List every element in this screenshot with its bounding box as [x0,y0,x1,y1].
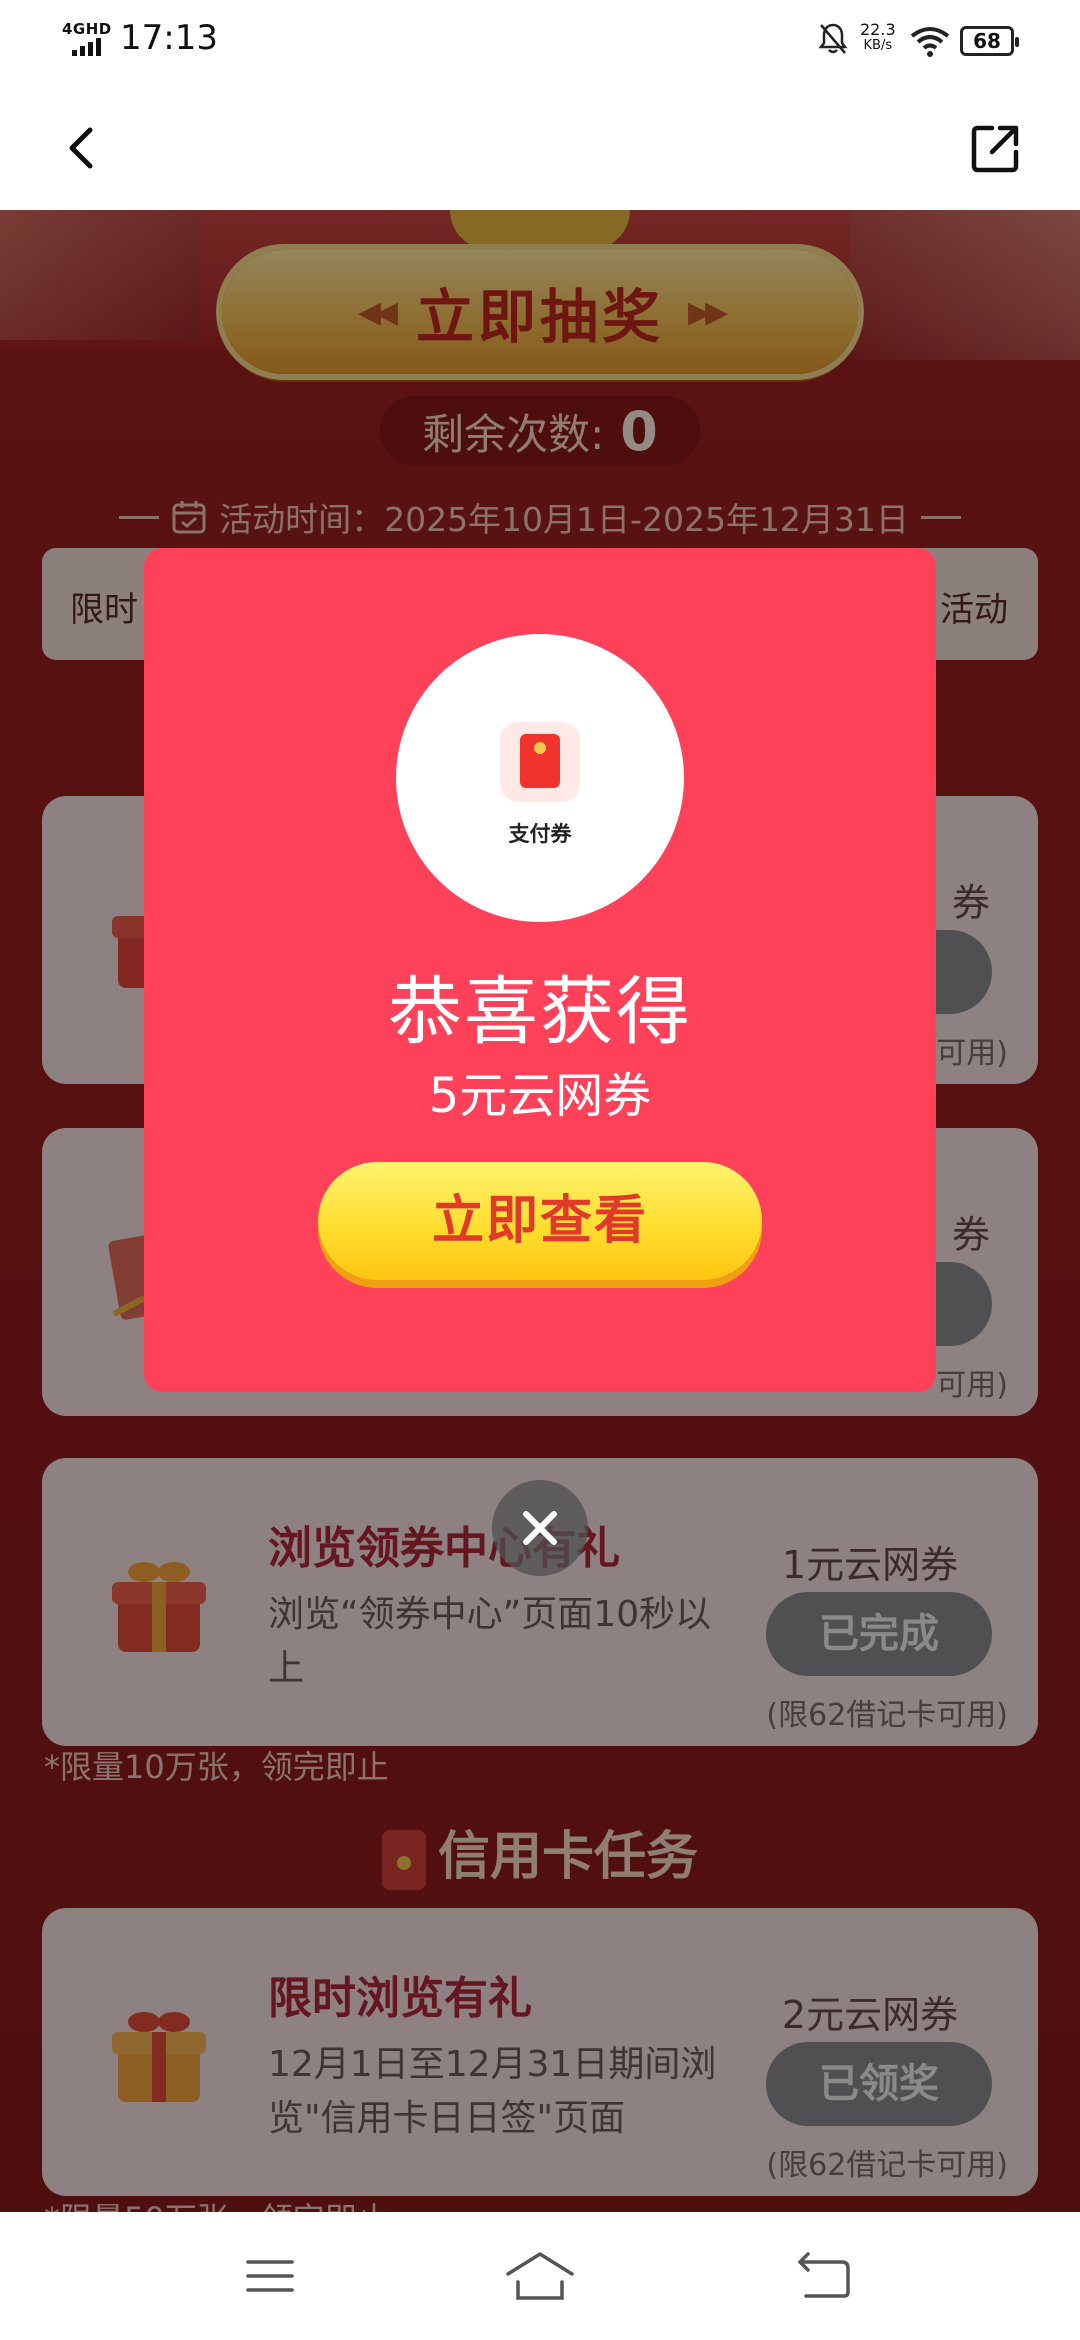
red-envelope-icon [500,722,580,802]
back-nav-icon[interactable] [794,2248,854,2304]
system-nav-bar [0,2212,1080,2340]
close-icon [523,1511,557,1545]
back-button[interactable] [56,120,112,176]
prize-modal: 支付券 恭喜获得 5元云网券 立即查看 [144,548,936,1392]
clock: 17:13 [120,18,218,58]
envelope-shape [520,734,560,788]
network-type: 4GHD [62,20,112,38]
close-modal-button[interactable] [492,1480,588,1576]
prize-badge: 支付券 [396,634,684,922]
battery-icon: 68 [960,26,1019,56]
view-now-button[interactable]: 立即查看 [318,1162,762,1280]
menu-icon[interactable] [240,2248,300,2304]
mute-bell-icon [818,23,848,54]
signal-icon [72,38,101,56]
home-icon[interactable] [504,2248,576,2304]
nav-bar [0,84,1080,210]
net-speed-value: 22.3 [860,20,896,39]
wifi-icon [910,27,950,57]
net-speed: 22.3 KB/s [860,22,896,54]
share-button[interactable] [968,120,1024,176]
net-speed-unit: KB/s [863,38,893,53]
congrats-heading: 恭喜获得 [388,969,692,1055]
status-bar: 4GHD 17:13 22.3 KB/s 68 [0,0,1080,84]
prize-type-label: 支付券 [508,822,572,846]
prize-name: 5元云网券 [428,1068,652,1124]
